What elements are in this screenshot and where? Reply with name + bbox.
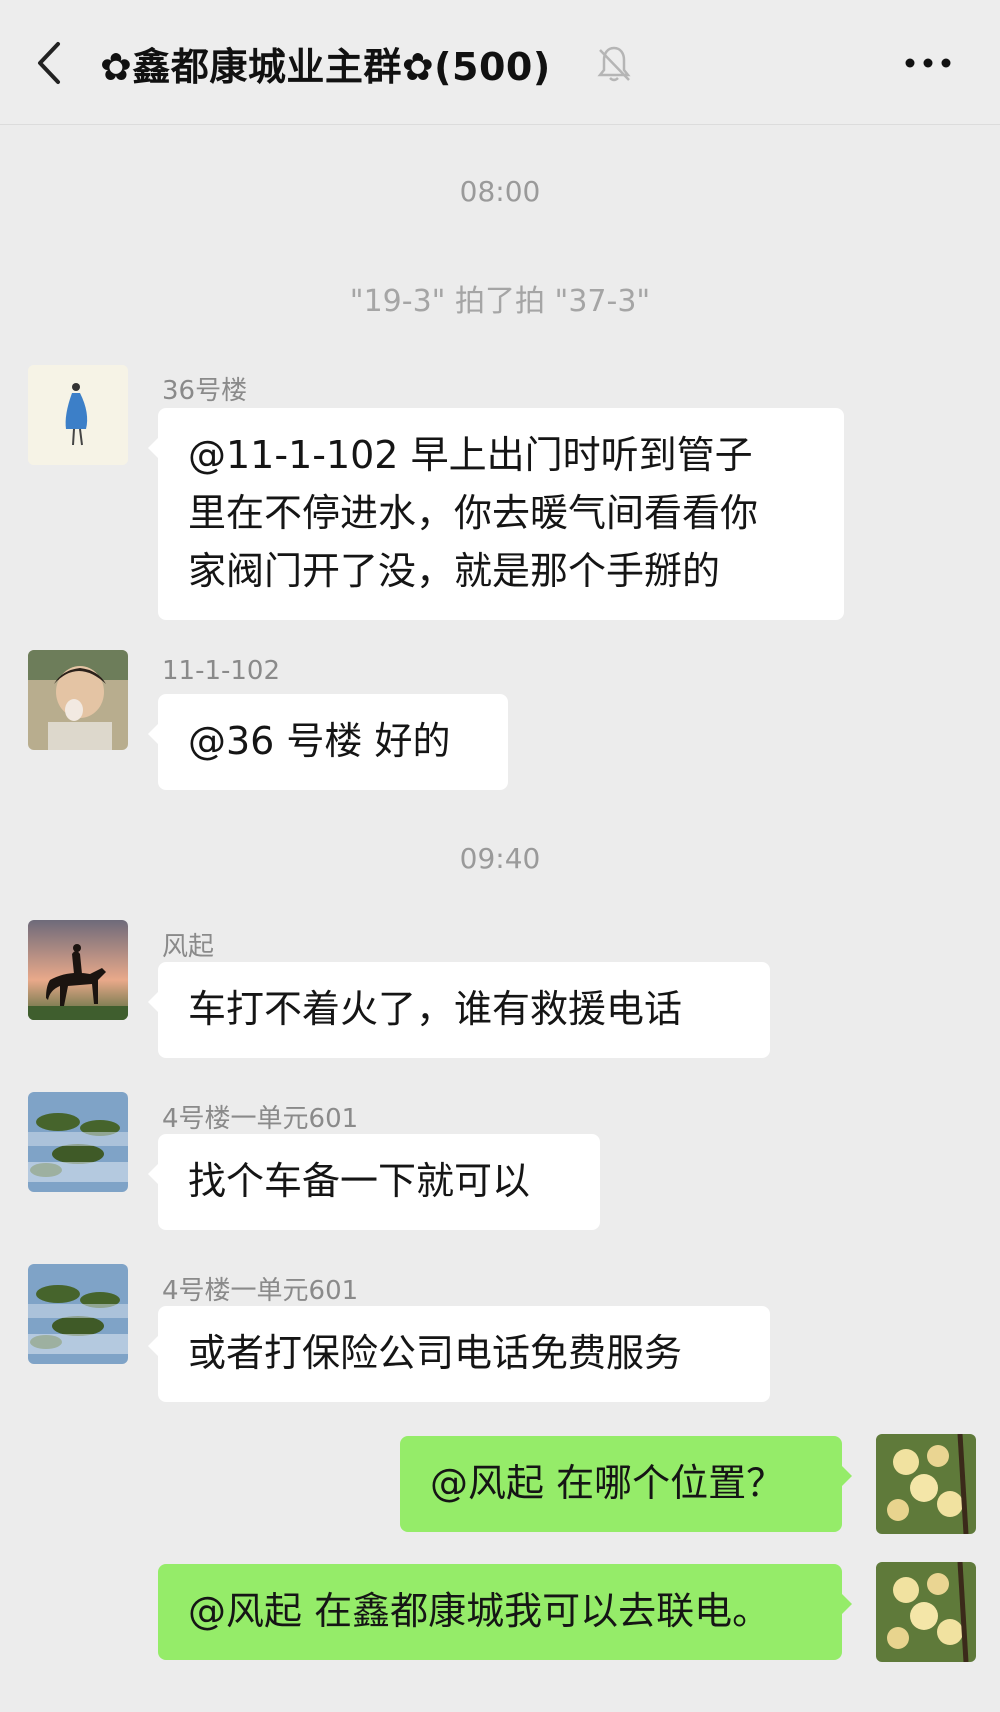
sender-name: 4号楼一单元601 <box>162 1104 359 1134</box>
sender-name: 4号楼一单元601 <box>162 1276 359 1306</box>
message-bubble[interactable]: 找个车备一下就可以 <box>148 1134 600 1230</box>
sender-name: 11-1-102 <box>162 656 281 686</box>
avatar[interactable] <box>28 365 128 465</box>
sender-name: 风起 <box>162 932 215 962</box>
chevron-left-icon <box>38 42 60 84</box>
message-text: @36 号楼 好的 <box>188 719 451 763</box>
sender-name: 36号楼 <box>162 376 248 406</box>
bell-off-icon <box>596 44 632 84</box>
message-text: 里在不停进水，你去暖气间看看你 <box>188 491 759 535</box>
timestamp: 08:00 <box>459 175 541 208</box>
message-bubble[interactable]: 车打不着火了，谁有救援电话 <box>148 962 770 1058</box>
timestamp: 09:40 <box>459 842 541 875</box>
my-avatar[interactable] <box>876 1562 976 1662</box>
message-text: @风起 在哪个位置？ <box>430 1461 785 1505</box>
message-bubble[interactable]: @36 号楼 好的 <box>148 694 508 790</box>
message-text: 找个车备一下就可以 <box>188 1159 531 1203</box>
group-title: ✿鑫都康城业主群✿(500) <box>100 45 551 89</box>
message-text: 车打不着火了，谁有救援电话 <box>188 987 683 1031</box>
back-button[interactable] <box>30 38 70 88</box>
more-dots-icon <box>905 58 951 68</box>
avatar[interactable] <box>28 1092 128 1192</box>
message-bubble-sent[interactable]: @风起 在哪个位置？ <box>400 1436 852 1532</box>
message-text: 家阀门开了没，就是那个手掰的 <box>188 549 721 593</box>
my-avatar[interactable] <box>876 1434 976 1534</box>
avatar[interactable] <box>28 1264 128 1364</box>
message-bubble-sent[interactable]: @风起 在鑫都康城我可以去联电。 <box>158 1564 852 1660</box>
message-text: @风起 在鑫都康城我可以去联电。 <box>188 1589 771 1633</box>
message-text: 或者打保险公司电话免费服务 <box>188 1331 683 1375</box>
chat-header: ✿鑫都康城业主群✿(500) <box>0 0 1000 125</box>
message-bubble[interactable]: @11-1-102 早上出门时听到管子 里在不停进水，你去暖气间看看你 家阀门开… <box>148 408 844 620</box>
avatar[interactable] <box>28 650 128 750</box>
message-bubble[interactable]: 或者打保险公司电话免费服务 <box>148 1306 770 1402</box>
message-text: @11-1-102 早上出门时听到管子 <box>188 433 753 477</box>
more-options-button[interactable] <box>900 46 960 80</box>
system-message: "19-3" 拍了拍 "37-3" <box>349 284 651 319</box>
avatar[interactable] <box>28 920 128 1020</box>
